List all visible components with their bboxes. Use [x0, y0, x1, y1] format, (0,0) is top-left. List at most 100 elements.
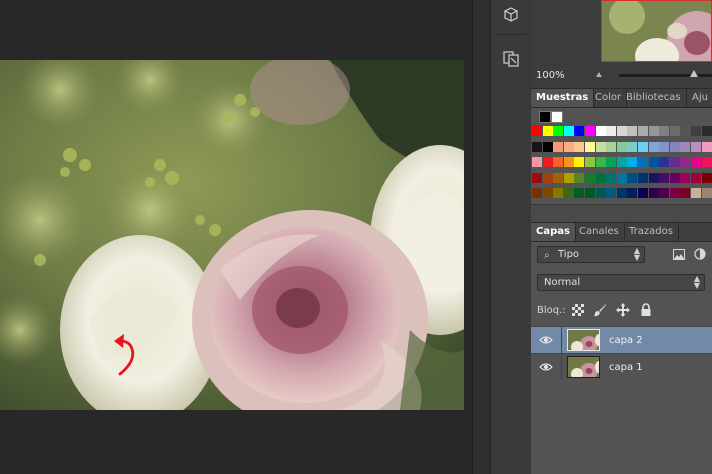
color-swatch[interactable] — [648, 126, 659, 136]
color-swatch[interactable] — [627, 157, 638, 168]
color-swatch[interactable] — [680, 188, 691, 199]
color-swatch[interactable] — [553, 157, 564, 168]
color-swatch[interactable] — [542, 126, 553, 136]
color-swatch[interactable] — [606, 172, 617, 183]
cube-panel-button[interactable] — [500, 4, 522, 26]
color-swatch[interactable] — [701, 141, 712, 152]
color-swatch[interactable] — [648, 188, 659, 199]
color-swatch[interactable] — [680, 157, 691, 168]
color-swatch[interactable] — [627, 172, 638, 183]
color-swatch[interactable] — [616, 157, 627, 168]
color-swatch[interactable] — [563, 188, 574, 199]
color-swatch[interactable] — [691, 141, 701, 152]
color-swatch[interactable] — [595, 172, 606, 183]
document-image[interactable] — [0, 60, 464, 410]
color-swatch[interactable] — [553, 188, 564, 199]
swatch-white[interactable] — [551, 111, 563, 123]
zoom-slider-handle[interactable] — [690, 70, 698, 77]
tab-canales[interactable]: Canales — [574, 223, 625, 241]
color-swatch[interactable] — [532, 126, 542, 136]
lock-transparency-icon[interactable] — [571, 303, 585, 317]
color-swatch[interactable] — [701, 188, 712, 199]
zoom-value[interactable]: 100% — [536, 70, 565, 81]
color-swatch[interactable] — [680, 141, 691, 152]
layer-row[interactable]: capa 1 — [531, 353, 712, 380]
swatch-black[interactable] — [539, 111, 551, 123]
color-swatch[interactable] — [691, 126, 701, 136]
tab-capas[interactable]: Capas — [531, 223, 576, 241]
shapes-panel-button[interactable] — [500, 48, 522, 70]
filter-adjustment-layers-button[interactable] — [694, 248, 706, 263]
color-swatch[interactable] — [606, 157, 617, 168]
color-swatch[interactable] — [595, 188, 606, 199]
color-swatch[interactable] — [563, 141, 574, 152]
color-swatch[interactable] — [542, 157, 553, 168]
layer-filter-dropdown[interactable]: ⌕ Tipo ▲ ▼ — [537, 246, 645, 263]
color-swatch[interactable] — [574, 157, 585, 168]
color-swatch[interactable] — [532, 188, 542, 199]
lock-icon[interactable] — [639, 303, 653, 317]
filter-pixel-layers-button[interactable] — [673, 249, 685, 263]
layer-thumbnail[interactable] — [567, 329, 600, 351]
layer-name[interactable]: capa 1 — [609, 362, 643, 373]
color-swatch[interactable] — [616, 172, 627, 183]
navigator-thumbnail[interactable] — [601, 0, 712, 62]
color-swatch[interactable] — [585, 172, 595, 183]
color-swatch[interactable] — [638, 126, 648, 136]
color-swatch[interactable] — [669, 141, 680, 152]
color-swatch[interactable] — [595, 141, 606, 152]
color-swatch[interactable] — [669, 157, 680, 168]
color-swatch[interactable] — [585, 157, 595, 168]
color-swatch[interactable] — [585, 126, 595, 136]
color-swatch[interactable] — [574, 141, 585, 152]
color-swatch[interactable] — [563, 172, 574, 183]
color-swatch[interactable] — [563, 126, 574, 136]
color-swatch[interactable] — [606, 141, 617, 152]
zoom-out-icon[interactable] — [596, 72, 602, 77]
color-swatch[interactable] — [691, 157, 701, 168]
layer-thumbnail[interactable] — [567, 356, 600, 378]
color-swatch[interactable] — [574, 188, 585, 199]
brush-icon[interactable] — [593, 303, 607, 317]
eye-icon[interactable] — [539, 335, 553, 345]
color-swatch[interactable] — [669, 172, 680, 183]
color-swatch[interactable] — [680, 172, 691, 183]
color-swatch[interactable] — [659, 172, 670, 183]
color-swatch[interactable] — [585, 141, 595, 152]
color-swatch[interactable] — [659, 188, 670, 199]
color-swatch[interactable] — [595, 126, 606, 136]
canvas-area[interactable] — [0, 0, 472, 474]
color-swatch[interactable] — [616, 126, 627, 136]
color-swatch[interactable] — [638, 172, 648, 183]
color-swatch[interactable] — [701, 157, 712, 168]
color-swatch[interactable] — [691, 188, 701, 199]
color-swatch[interactable] — [553, 126, 564, 136]
color-swatch[interactable] — [574, 126, 585, 136]
color-swatch[interactable] — [627, 188, 638, 199]
tab-muestras[interactable]: Muestras — [531, 89, 595, 107]
color-swatch[interactable] — [638, 157, 648, 168]
color-swatch[interactable] — [691, 172, 701, 183]
tab-trazados[interactable]: Trazados — [624, 223, 679, 241]
panel-collapse-strip[interactable] — [472, 0, 491, 474]
color-swatch[interactable] — [669, 126, 680, 136]
color-swatch[interactable] — [574, 172, 585, 183]
color-swatch[interactable] — [638, 141, 648, 152]
color-swatch[interactable] — [648, 141, 659, 152]
color-swatch[interactable] — [532, 172, 542, 183]
color-swatch[interactable] — [669, 188, 680, 199]
color-swatch[interactable] — [680, 126, 691, 136]
color-swatch[interactable] — [563, 157, 574, 168]
color-swatch[interactable] — [542, 141, 553, 152]
color-swatch[interactable] — [659, 126, 670, 136]
layer-row[interactable]: capa 2 — [531, 326, 712, 353]
layer-name[interactable]: capa 2 — [609, 335, 643, 346]
color-swatch[interactable] — [542, 172, 553, 183]
eye-icon[interactable] — [539, 362, 553, 372]
color-swatch[interactable] — [659, 157, 670, 168]
color-swatch[interactable] — [606, 126, 617, 136]
color-swatch[interactable] — [532, 141, 542, 152]
blend-mode-dropdown[interactable]: Normal ▲ ▼ — [537, 274, 705, 291]
color-swatch[interactable] — [638, 188, 648, 199]
color-swatch[interactable] — [585, 188, 595, 199]
